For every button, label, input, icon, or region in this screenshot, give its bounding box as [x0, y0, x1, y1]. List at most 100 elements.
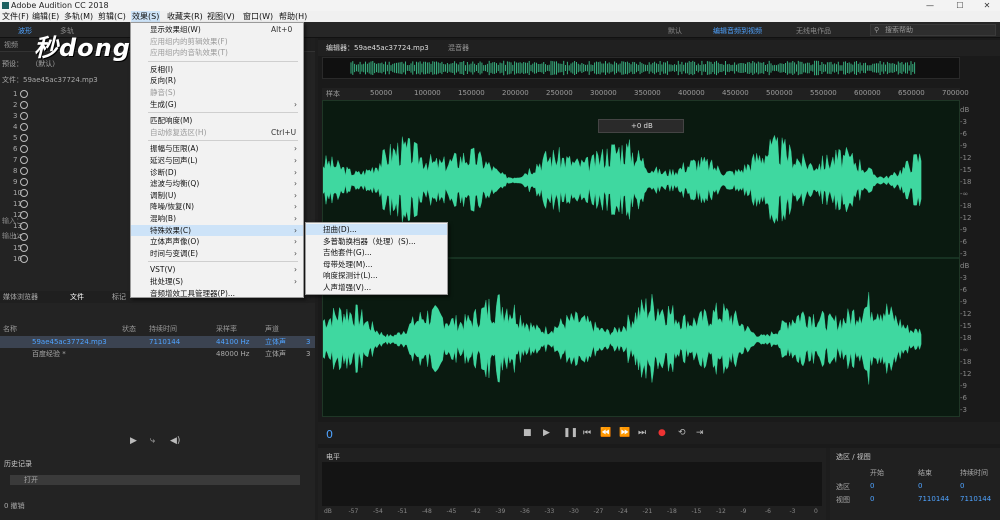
- effects-menu-item[interactable]: 降噪/恢复(N) ›: [131, 201, 303, 212]
- file-row[interactable]: 百度经验 * 48000 Hz 立体声 3: [0, 348, 315, 360]
- workspace-edit-audio[interactable]: 编辑音频到视频: [713, 26, 762, 36]
- menu-effects[interactable]: 效果(S): [131, 11, 161, 22]
- volume-hud[interactable]: +0 dB: [598, 119, 684, 133]
- tab-waveform[interactable]: 波形: [18, 26, 32, 36]
- power-icon[interactable]: [20, 178, 28, 186]
- menu-item-label: 匹配响度(M): [150, 116, 193, 126]
- menu-item-label: 特殊效果(C): [150, 225, 192, 235]
- db-tick: -6: [960, 286, 967, 294]
- close-icon[interactable]: ✕: [973, 0, 1000, 11]
- workspace-default[interactable]: 默认: [668, 26, 682, 36]
- power-icon[interactable]: [20, 156, 28, 164]
- effects-menu-item[interactable]: 特殊效果(C) ›: [131, 224, 303, 236]
- power-icon[interactable]: [20, 244, 28, 252]
- search-input[interactable]: ⚲ 搜索帮助: [870, 24, 996, 36]
- col-channels[interactable]: 声道: [265, 323, 279, 335]
- forward-icon[interactable]: ⏩: [619, 428, 630, 438]
- go-end-icon[interactable]: ⏭: [638, 428, 646, 438]
- menu-help[interactable]: 帮助(H): [278, 11, 308, 22]
- special-effects-item[interactable]: 人声增强(V)...: [306, 282, 447, 293]
- tab-editor[interactable]: 编辑器：59ae45ac37724.mp3: [326, 43, 429, 53]
- menu-multitrack[interactable]: 多轨(M): [63, 11, 94, 22]
- effects-menu-item[interactable]: 静音(S): [131, 87, 303, 98]
- special-effects-item[interactable]: 扭曲(D)...: [306, 224, 447, 235]
- special-effects-item[interactable]: 多普勒换档器（处理）(S)...: [306, 236, 447, 247]
- special-effects-item[interactable]: 响度探测计(L)...: [306, 270, 447, 281]
- power-icon[interactable]: [20, 167, 28, 175]
- stop-icon[interactable]: ■: [523, 428, 532, 438]
- db-tick: -9: [960, 226, 967, 234]
- waveform-overview[interactable]: [322, 57, 960, 79]
- power-icon[interactable]: [20, 112, 28, 120]
- power-icon[interactable]: [20, 101, 28, 109]
- submenu-arrow-icon: ›: [294, 225, 297, 235]
- view-duration[interactable]: 7110144: [960, 495, 991, 503]
- effects-menu-item[interactable]: 批处理(S) ›: [131, 276, 303, 287]
- effects-menu-item[interactable]: 生成(G) ›: [131, 99, 303, 110]
- selection-duration[interactable]: 0: [960, 482, 964, 490]
- file-duration: 7110144: [149, 338, 181, 346]
- effects-menu-item[interactable]: 自动修复选区(H) Ctrl+U: [131, 127, 303, 138]
- col-name[interactable]: 名称: [3, 323, 17, 335]
- tab-video[interactable]: 视频: [4, 40, 18, 50]
- go-start-icon[interactable]: ⏮: [583, 428, 591, 438]
- play-icon[interactable]: ▶: [130, 436, 137, 446]
- menu-view[interactable]: 视图(V): [206, 11, 236, 22]
- menu-edit[interactable]: 编辑(E): [31, 11, 60, 22]
- rewind-icon[interactable]: ⏪: [600, 428, 611, 438]
- special-effects-item[interactable]: 吉他套件(G)...: [306, 247, 447, 258]
- selection-end[interactable]: 0: [918, 482, 922, 490]
- file-extra: 3: [306, 350, 311, 358]
- minimize-icon[interactable]: —: [916, 0, 944, 11]
- loop-icon[interactable]: ⟲: [678, 428, 686, 438]
- power-icon[interactable]: [20, 189, 28, 197]
- effects-menu-item[interactable]: 混响(B) ›: [131, 213, 303, 224]
- view-start[interactable]: 0: [870, 495, 874, 503]
- special-effects-item[interactable]: 母带处理(M)...: [306, 259, 447, 270]
- history-item[interactable]: 打开: [10, 475, 300, 485]
- skip-icon[interactable]: ⇥: [696, 428, 704, 438]
- power-icon[interactable]: [20, 145, 28, 153]
- effects-menu-item[interactable]: 反相(I): [131, 64, 303, 75]
- file-row[interactable]: 59ae45ac37724.mp3 7110144 44100 Hz 立体声 3: [0, 336, 315, 348]
- power-icon[interactable]: [20, 90, 28, 98]
- effects-menu-item[interactable]: 音频增效工具管理器(P)...: [131, 288, 303, 299]
- effects-menu-item[interactable]: 调制(U) ›: [131, 190, 303, 201]
- volume-icon[interactable]: ◀): [170, 436, 180, 446]
- effects-menu-item[interactable]: 时间与变调(E) ›: [131, 248, 303, 259]
- slot-number: 5: [13, 134, 18, 142]
- power-icon[interactable]: [20, 200, 28, 208]
- pause-icon[interactable]: ❚❚: [563, 428, 578, 438]
- power-icon[interactable]: [20, 123, 28, 131]
- effects-menu-item[interactable]: 立体声声像(O) ›: [131, 236, 303, 247]
- effects-menu-item[interactable]: 振幅与压限(A) ›: [131, 143, 303, 154]
- col-duration[interactable]: 持续时间: [149, 323, 177, 335]
- view-end[interactable]: 7110144: [918, 495, 949, 503]
- power-icon[interactable]: [20, 255, 28, 263]
- maximize-icon[interactable]: ☐: [946, 0, 974, 11]
- time-ruler[interactable]: 样本 50000 100000 150000 200000 250000 300000 350…: [322, 88, 969, 100]
- record-icon[interactable]: ●: [658, 428, 666, 438]
- effects-menu-item[interactable]: 应用组内的音轨效果(T): [131, 47, 303, 58]
- menu-window[interactable]: 窗口(W): [242, 11, 274, 22]
- menu-clip[interactable]: 剪辑(C): [97, 11, 127, 22]
- effects-menu-item[interactable]: 滤波与均衡(Q) ›: [131, 178, 303, 189]
- tab-mixer[interactable]: 混音器: [448, 43, 469, 53]
- power-icon[interactable]: [20, 134, 28, 142]
- effects-menu-item[interactable]: 反向(R): [131, 75, 303, 86]
- effects-menu-item[interactable]: 延迟与回声(L) ›: [131, 155, 303, 166]
- effects-menu-item[interactable]: VST(V) ›: [131, 264, 303, 275]
- workspace-radio[interactable]: 无线电作品: [796, 26, 831, 36]
- selection-start[interactable]: 0: [870, 482, 874, 490]
- effects-menu-item[interactable]: 匹配响度(M): [131, 115, 303, 126]
- menu-bar: 文件(F) 编辑(E) 多轨(M) 剪辑(C) 效果(S) 收藏夹(R) 视图(…: [0, 11, 1000, 22]
- effects-menu-item[interactable]: 应用组内的剪辑效果(F): [131, 36, 303, 47]
- col-status[interactable]: 状态: [122, 323, 136, 335]
- menu-file[interactable]: 文件(F): [1, 11, 30, 22]
- col-sample-rate[interactable]: 采样率: [216, 323, 237, 335]
- play-icon[interactable]: ▶: [543, 428, 550, 438]
- loop-icon[interactable]: ⤷: [150, 436, 155, 446]
- effects-menu-item[interactable]: 显示效果组(W) Alt+0: [131, 24, 303, 35]
- menu-favorites[interactable]: 收藏夹(R): [166, 11, 204, 22]
- effects-menu-item[interactable]: 诊断(D) ›: [131, 167, 303, 178]
